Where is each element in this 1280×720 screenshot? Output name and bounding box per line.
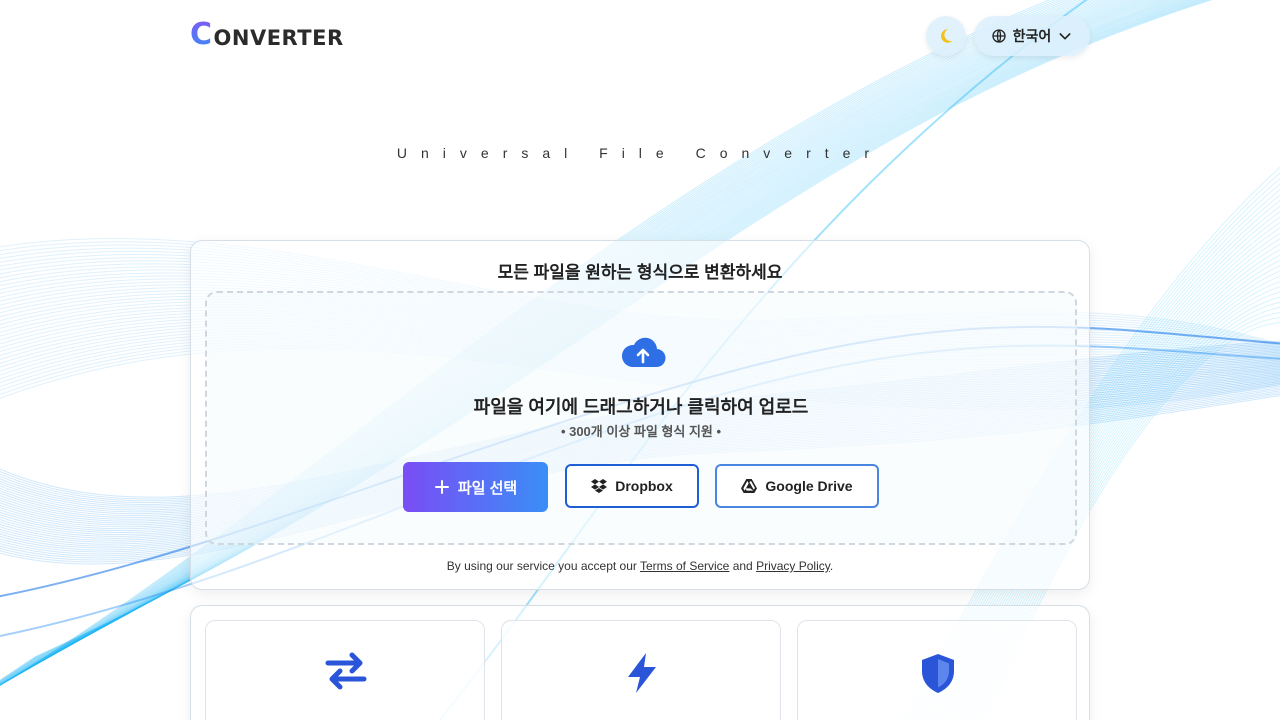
- dropzone-title: 파일을 여기에 드래그하거나 클릭하여 업로드: [473, 397, 809, 417]
- moon-icon: [940, 29, 953, 43]
- logo[interactable]: C ONVERTER: [190, 17, 344, 52]
- dropbox-button[interactable]: Dropbox: [565, 464, 699, 508]
- page: C ONVERTER 한국어 Universal File Converter …: [0, 0, 1280, 720]
- terms-middle: and: [729, 559, 757, 573]
- logo-initial: C: [190, 17, 213, 52]
- upload-card: 모든 파일을 원하는 형식으로 변환하세요 파일을 여기에 드래그하거나 클릭하…: [190, 240, 1090, 590]
- select-file-button[interactable]: 파일 선택: [403, 462, 548, 512]
- language-label: 한국어: [1012, 28, 1052, 44]
- feature-speed: [501, 620, 781, 720]
- select-file-label: 파일 선택: [457, 479, 518, 497]
- privacy-policy-link[interactable]: Privacy Policy: [756, 559, 830, 573]
- terms-prefix: By using our service you accept our: [446, 559, 640, 573]
- arrows-exchange-icon: [325, 652, 367, 690]
- google-drive-button[interactable]: Google Drive: [715, 464, 879, 508]
- dropbox-icon: [591, 479, 608, 493]
- google-drive-label: Google Drive: [765, 478, 853, 494]
- logo-text: ONVERTER: [213, 26, 344, 50]
- file-dropzone[interactable]: 파일을 여기에 드래그하거나 클릭하여 업로드 • 300개 이상 파일 형식 …: [205, 291, 1077, 545]
- features-card: [190, 605, 1090, 720]
- upload-card-title: 모든 파일을 원하는 형식으로 변환하세요: [497, 263, 783, 282]
- feature-security: [797, 620, 1077, 720]
- google-drive-icon: [741, 479, 758, 493]
- lightning-icon: [628, 653, 656, 693]
- terms-suffix: .: [829, 559, 834, 573]
- feature-convert: [205, 620, 485, 720]
- shield-icon: [922, 654, 954, 693]
- chevron-down-icon: [1059, 33, 1071, 40]
- dropbox-label: Dropbox: [615, 478, 673, 494]
- language-selector[interactable]: 한국어: [974, 16, 1090, 56]
- plus-icon: [434, 480, 449, 494]
- cloud-upload-icon: [621, 337, 666, 368]
- dropzone-subtitle: • 300개 이상 파일 형식 지원 •: [560, 424, 722, 439]
- globe-icon: [992, 29, 1006, 43]
- upload-button-row: 파일 선택 Dropbox Google Drive: [207, 462, 1075, 512]
- terms-of-service-link[interactable]: Terms of Service: [640, 559, 729, 573]
- tagline: Universal File Converter: [396, 145, 884, 161]
- terms-notice: By using our service you accept our Term…: [191, 559, 1089, 573]
- theme-toggle-button[interactable]: [926, 16, 966, 56]
